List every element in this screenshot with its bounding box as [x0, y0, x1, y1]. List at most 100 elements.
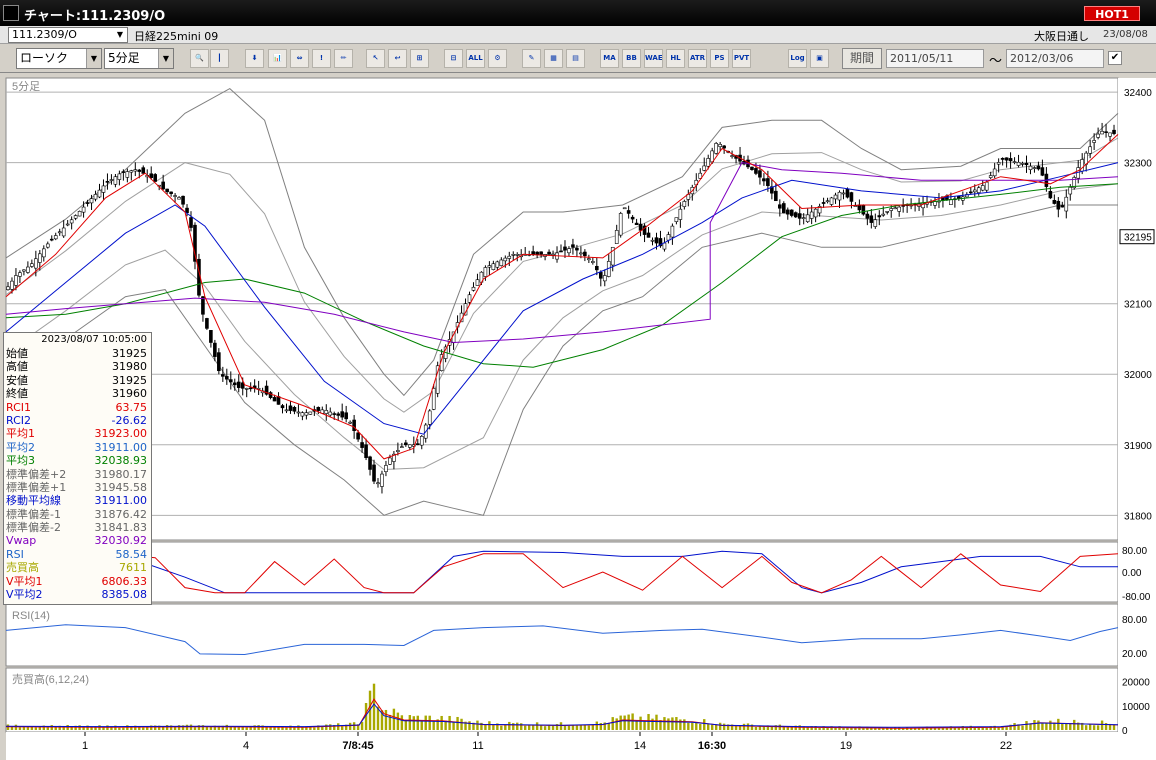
- volume-bar: [575, 725, 579, 730]
- volume-bar: [675, 717, 678, 730]
- candle-body: [97, 189, 102, 198]
- candle-body: [364, 444, 368, 459]
- chevron-down-icon[interactable]: ▼: [86, 49, 101, 68]
- candle-body: [209, 330, 213, 343]
- volume-bar: [50, 725, 53, 730]
- candle-body: [710, 150, 714, 163]
- volume-bar: [591, 724, 595, 730]
- tool-button[interactable]: ┃: [210, 49, 229, 68]
- volume-bar: [340, 726, 344, 730]
- volume-bar: [643, 720, 646, 730]
- tool-button[interactable]: ⬇: [245, 49, 264, 68]
- tool-button[interactable]: ↩: [388, 49, 407, 68]
- volume-bar: [707, 724, 710, 730]
- tool-button[interactable]: PS: [710, 49, 729, 68]
- candle-body: [992, 168, 997, 177]
- candle-body: [125, 171, 130, 178]
- data-row-label: 平均1: [6, 427, 35, 441]
- volume-bar: [770, 726, 774, 730]
- candle-body: [797, 213, 802, 219]
- date-from-field[interactable]: 2011/05/11: [886, 49, 984, 68]
- volume-bar: [122, 727, 125, 730]
- candle-body: [718, 144, 722, 147]
- symbol-input[interactable]: 111.2309/O ▼: [8, 27, 128, 43]
- tool-button[interactable]: ⚙: [488, 49, 507, 68]
- data-row-value: 31980.17: [94, 467, 148, 481]
- candle-body: [57, 231, 62, 234]
- data-row-label: 平均3: [6, 454, 35, 468]
- date-separator: 〜: [989, 54, 1003, 69]
- tool-button[interactable]: ALL: [466, 49, 485, 68]
- tool-button[interactable]: MA: [600, 49, 619, 68]
- tool-button[interactable]: 🔍: [190, 49, 209, 68]
- volume-bar: [687, 722, 690, 730]
- tool-button[interactable]: HL: [666, 49, 685, 68]
- hot1-button[interactable]: HOT1: [1084, 6, 1140, 21]
- price-axis-label: 32400: [1124, 88, 1152, 99]
- period-checkbox[interactable]: ✔: [1108, 51, 1122, 65]
- candle-body: [535, 251, 539, 255]
- tool-button[interactable]: ⊞: [410, 49, 429, 68]
- period-button[interactable]: 期間: [842, 48, 882, 69]
- tool-button[interactable]: PVT: [732, 49, 751, 68]
- chart-type-select[interactable]: ローソク ▼: [16, 48, 102, 69]
- chart-area[interactable]: 32400 32300 32195 32100 32000 31900 31800 80.00…: [0, 74, 1156, 760]
- date-to-field[interactable]: 2012/03/06: [1006, 49, 1104, 68]
- candle-body: [583, 251, 587, 257]
- tool-button[interactable]: ▤: [566, 49, 585, 68]
- volume-bar: [639, 716, 642, 730]
- candle-body: [113, 176, 118, 185]
- volume-bar: [396, 712, 400, 730]
- candle-body: [1092, 140, 1096, 143]
- tool-button[interactable]: ⊟: [444, 49, 463, 68]
- candle-body: [587, 258, 591, 261]
- tool-button[interactable]: ATR: [688, 49, 707, 68]
- tool-button[interactable]: Log: [788, 49, 807, 68]
- tool-button[interactable]: ✎: [522, 49, 541, 68]
- title-bar[interactable]: チャート:111.2309/O HOT1: [0, 0, 1156, 26]
- volume-bar: [408, 715, 412, 730]
- chevron-down-icon[interactable]: ▼: [114, 29, 126, 41]
- volume-bar: [424, 715, 427, 730]
- data-row-value: 31945.58: [94, 480, 148, 494]
- candle-body: [284, 409, 289, 412]
- candle-body: [567, 248, 571, 254]
- candle-body: [591, 261, 595, 263]
- volume-bar: [348, 722, 352, 730]
- candle-body: [881, 213, 886, 216]
- candle-body: [618, 213, 623, 236]
- volume-bar: [671, 717, 674, 730]
- candle-body: [1012, 161, 1017, 163]
- candle-body: [272, 397, 277, 402]
- candle-body: [161, 181, 165, 190]
- tool-button[interactable]: ⇔: [290, 49, 309, 68]
- candle-body: [845, 188, 850, 198]
- data-row: 移動平均線 31911.00: [4, 494, 151, 507]
- candle-body: [515, 254, 520, 256]
- tool-button[interactable]: ▣: [810, 49, 829, 68]
- candle-body: [340, 411, 344, 418]
- candle-body: [849, 192, 854, 202]
- tool-button[interactable]: ↖: [366, 49, 385, 68]
- tool-button[interactable]: BB: [622, 49, 641, 68]
- interval-select[interactable]: 5分足 ▼: [104, 48, 174, 69]
- candle-body: [1056, 200, 1061, 210]
- candle-body: [101, 185, 106, 193]
- volume-bar: [142, 727, 145, 730]
- tool-button[interactable]: 📊: [268, 49, 287, 68]
- tool-button[interactable]: ▦: [544, 49, 563, 68]
- candle-body: [766, 178, 770, 186]
- tool-button[interactable]: ✏: [334, 49, 353, 68]
- data-row-value: 63.75: [115, 400, 148, 414]
- candle-body: [785, 209, 790, 215]
- tool-button[interactable]: !: [312, 49, 331, 68]
- chevron-down-icon[interactable]: ▼: [158, 49, 173, 68]
- candle-body: [1040, 167, 1045, 176]
- volume-bar: [714, 724, 718, 730]
- volume-bar: [476, 720, 479, 730]
- volume-bar: [1112, 724, 1116, 730]
- candle-body: [201, 296, 205, 315]
- volume-bar: [1069, 723, 1072, 730]
- volume-bar: [193, 727, 197, 730]
- tool-button[interactable]: WAE: [644, 49, 663, 68]
